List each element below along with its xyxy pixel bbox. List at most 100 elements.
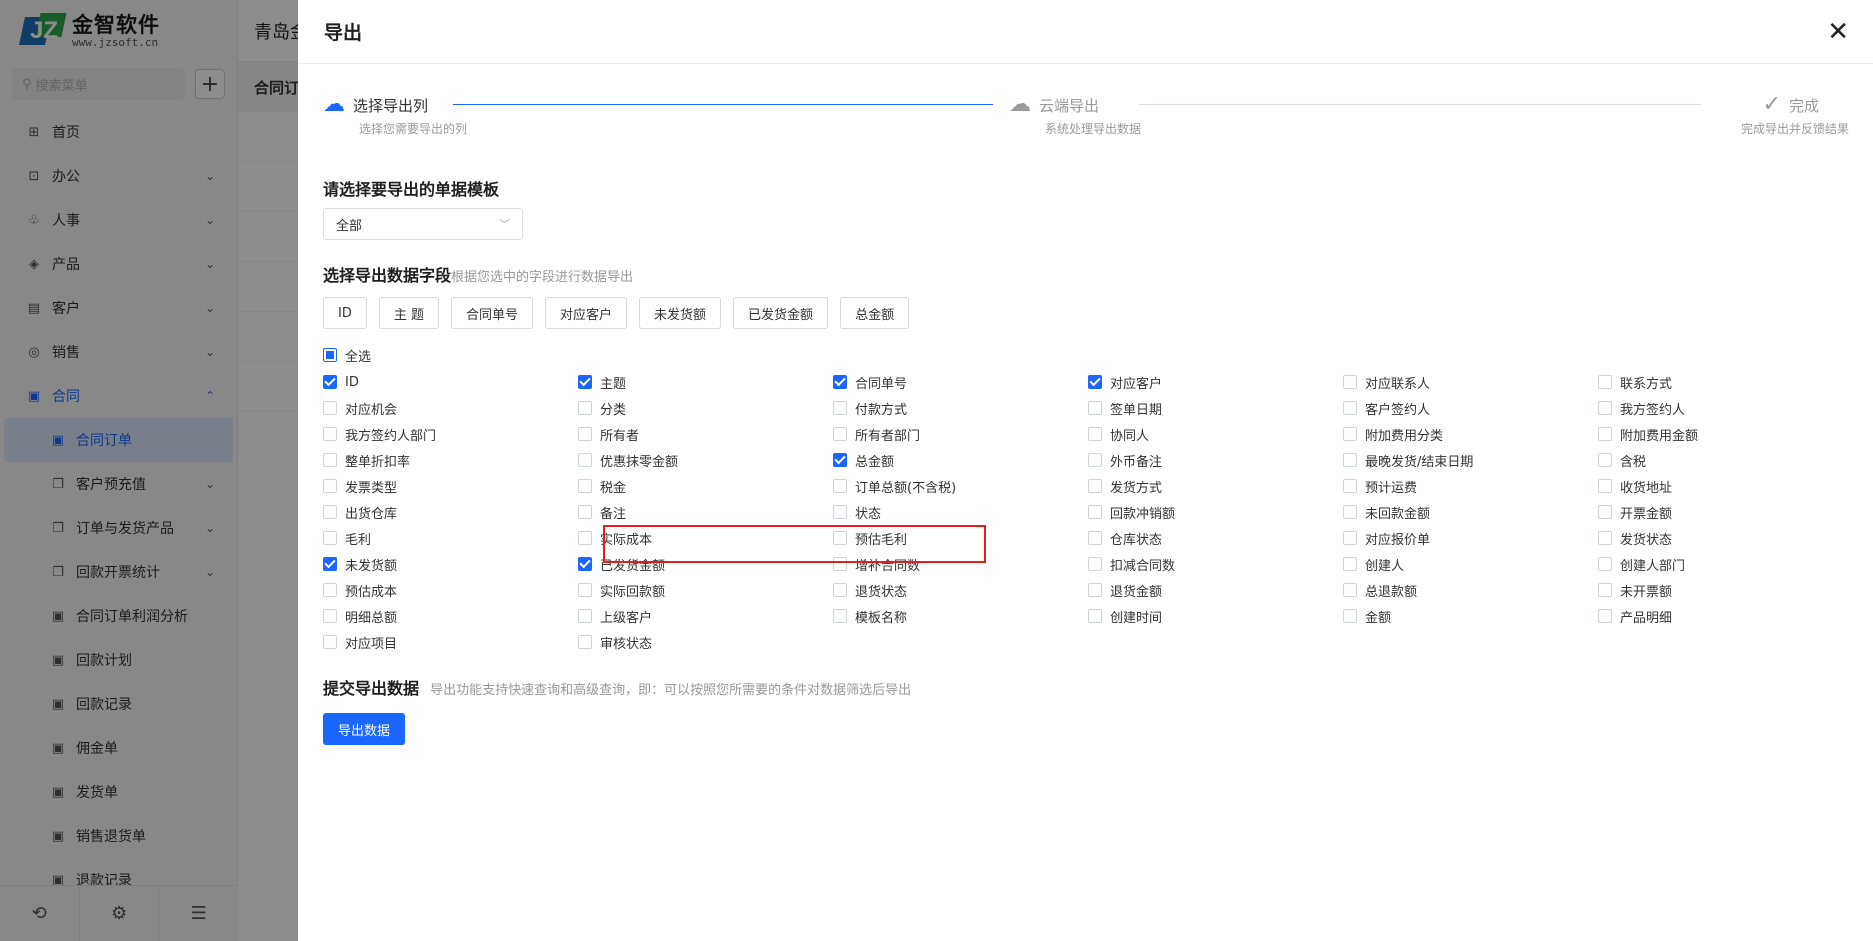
field-checkbox[interactable]: 对应报价单 xyxy=(1343,525,1598,551)
field-checkbox[interactable]: 协同人 xyxy=(1088,421,1343,447)
field-checkbox-label: 毛利 xyxy=(345,532,372,548)
field-checkbox[interactable]: 对应联系人 xyxy=(1343,369,1598,395)
field-checkbox[interactable]: 对应机会 xyxy=(323,395,578,421)
field-checkbox[interactable]: 退货状态 xyxy=(833,577,1088,603)
field-checkbox-grid: ID 主题 合同单号 对应客户 对应联系人 联系方式 对应机会 分类 付款方式 签单日期 客户签约人… xyxy=(323,369,1849,655)
export-data-button[interactable]: 导出数据 xyxy=(323,713,406,745)
field-chip[interactable]: 未发货额 xyxy=(639,297,722,329)
checkbox-icon xyxy=(1598,453,1612,467)
drawer-title: 导出 xyxy=(324,22,363,44)
field-checkbox[interactable]: 创建人 xyxy=(1343,551,1598,577)
checkbox-icon xyxy=(1088,609,1102,623)
field-chip[interactable]: 主 题 xyxy=(378,297,439,329)
field-checkbox[interactable]: 我方签约人部门 xyxy=(323,421,578,447)
select-all-checkbox[interactable]: 全选 xyxy=(323,343,1849,367)
field-checkbox-label: 付款方式 xyxy=(855,402,908,418)
field-checkbox[interactable]: 签单日期 xyxy=(1088,395,1343,421)
field-checkbox[interactable]: 发货状态 xyxy=(1598,525,1853,551)
field-checkbox[interactable]: 上级客户 xyxy=(578,603,833,629)
field-checkbox[interactable]: 整单折扣率 xyxy=(323,447,578,473)
cloud-upload-icon: ☁ xyxy=(323,92,345,117)
field-checkbox[interactable]: 外币备注 xyxy=(1088,447,1343,473)
field-checkbox-label: 税金 xyxy=(600,480,627,496)
close-icon[interactable]: ✕ xyxy=(1827,19,1849,45)
checkbox-checked-icon xyxy=(1088,375,1102,389)
field-checkbox[interactable]: 合同单号 xyxy=(833,369,1088,395)
field-checkbox[interactable]: 开票金额 xyxy=(1598,499,1853,525)
selected-field-chips: ID 主 题合同单号 对应客户 未发货额 已发货金额 总金额 xyxy=(323,297,1849,329)
field-checkbox[interactable]: 未发货额 xyxy=(323,551,578,577)
field-checkbox-label: 未发货额 xyxy=(345,558,398,574)
step-done: ✓ 完成 完成导出并反馈结果 xyxy=(1740,92,1849,137)
field-checkbox[interactable]: 毛利 xyxy=(323,525,578,551)
field-checkbox[interactable]: 税金 xyxy=(578,473,833,499)
field-checkbox[interactable]: 最晚发货/结束日期 xyxy=(1343,447,1598,473)
checkbox-icon xyxy=(578,479,592,493)
field-checkbox[interactable]: 金额 xyxy=(1343,603,1598,629)
field-checkbox[interactable]: 创建时间 xyxy=(1088,603,1343,629)
field-checkbox[interactable]: 状态 xyxy=(833,499,1088,525)
field-checkbox-label: 金额 xyxy=(1365,610,1392,626)
checkbox-icon xyxy=(1598,427,1612,441)
field-checkbox[interactable]: 产品明细 xyxy=(1598,603,1853,629)
field-chip[interactable]: 对应客户 xyxy=(545,297,628,329)
checkbox-icon xyxy=(1598,609,1612,623)
field-checkbox[interactable]: 退货金额 xyxy=(1088,577,1343,603)
field-checkbox-label: 我方签约人 xyxy=(1620,402,1686,418)
field-checkbox[interactable]: 收货地址 xyxy=(1598,473,1853,499)
field-checkbox[interactable]: 订单总额(不含税) xyxy=(833,473,1088,499)
field-checkbox[interactable]: 仓库状态 xyxy=(1088,525,1343,551)
field-checkbox-label: 分类 xyxy=(600,402,627,418)
field-checkbox[interactable]: 所有者部门 xyxy=(833,421,1088,447)
field-checkbox[interactable]: 含税 xyxy=(1598,447,1853,473)
field-chip[interactable]: 总金额 xyxy=(840,297,910,329)
field-checkbox[interactable]: 出货仓库 xyxy=(323,499,578,525)
field-checkbox[interactable]: 发货方式 xyxy=(1088,473,1343,499)
field-checkbox[interactable]: 模板名称 xyxy=(833,603,1088,629)
field-checkbox-label: 退货金额 xyxy=(1110,584,1163,600)
field-checkbox[interactable]: 优惠抹零金额 xyxy=(578,447,833,473)
step-select-columns: ☁ 选择导出列 选择您需要导出的列 xyxy=(323,92,468,137)
field-checkbox[interactable]: 总金额 xyxy=(833,447,1088,473)
field-checkbox[interactable]: 创建人部门 xyxy=(1598,551,1853,577)
field-checkbox[interactable]: ID xyxy=(323,369,578,395)
field-checkbox[interactable]: 未开票额 xyxy=(1598,577,1853,603)
field-checkbox[interactable]: 对应客户 xyxy=(1088,369,1343,395)
field-checkbox[interactable]: 未回款金额 xyxy=(1343,499,1598,525)
field-checkbox[interactable]: 预计运费 xyxy=(1343,473,1598,499)
field-checkbox[interactable]: 总退款额 xyxy=(1343,577,1598,603)
checkbox-icon xyxy=(1088,401,1102,415)
checkbox-icon xyxy=(323,583,337,597)
field-checkbox[interactable]: 发票类型 xyxy=(323,473,578,499)
field-checkbox[interactable]: 对应项目 xyxy=(323,629,578,655)
field-chip[interactable]: 已发货金额 xyxy=(733,297,829,329)
field-checkbox[interactable]: 明细总额 xyxy=(323,603,578,629)
export-drawer: 导出 ✕ ☁ 选择导出列 选择您需要导出的列 ☁ 云端导出 系统处理导出数据 ✓ 完成… xyxy=(298,0,1873,941)
field-chip[interactable]: ID xyxy=(323,297,367,329)
field-checkbox[interactable]: 付款方式 xyxy=(833,395,1088,421)
fields-section-title: 选择导出数据字段根据您选中的字段进行数据导出 xyxy=(323,266,634,285)
field-checkbox[interactable]: 审核状态 xyxy=(578,629,833,655)
field-checkbox[interactable]: 备注 xyxy=(578,499,833,525)
field-checkbox-label: 附加费用金额 xyxy=(1620,428,1699,444)
field-checkbox[interactable]: 扣减合同数 xyxy=(1088,551,1343,577)
field-checkbox[interactable]: 预估成本 xyxy=(323,577,578,603)
field-checkbox[interactable]: 所有者 xyxy=(578,421,833,447)
field-checkbox[interactable]: 联系方式 xyxy=(1598,369,1853,395)
checkbox-icon xyxy=(323,609,337,623)
field-checkbox-label: 开票金额 xyxy=(1620,506,1673,522)
field-checkbox[interactable]: 回款冲销额 xyxy=(1088,499,1343,525)
field-checkbox[interactable]: 实际回款额 xyxy=(578,577,833,603)
field-chip[interactable]: 合同单号 xyxy=(451,297,534,329)
submit-section-title: 提交导出数据 导出功能支持快速查询和高级查询，即：可以按照您所需要的条件对数据筛… xyxy=(323,679,912,698)
field-checkbox[interactable]: 分类 xyxy=(578,395,833,421)
field-checkbox[interactable]: 附加费用金额 xyxy=(1598,421,1853,447)
field-checkbox[interactable]: 附加费用分类 xyxy=(1343,421,1598,447)
checkbox-icon xyxy=(323,479,337,493)
field-checkbox[interactable]: 我方签约人 xyxy=(1598,395,1853,421)
field-checkbox[interactable]: 客户签约人 xyxy=(1343,395,1598,421)
checkbox-icon xyxy=(1343,531,1357,545)
template-select[interactable]: 全部 ﹀ xyxy=(323,208,523,240)
field-checkbox[interactable]: 主题 xyxy=(578,369,833,395)
field-checkbox-label: 我方签约人部门 xyxy=(345,428,437,444)
